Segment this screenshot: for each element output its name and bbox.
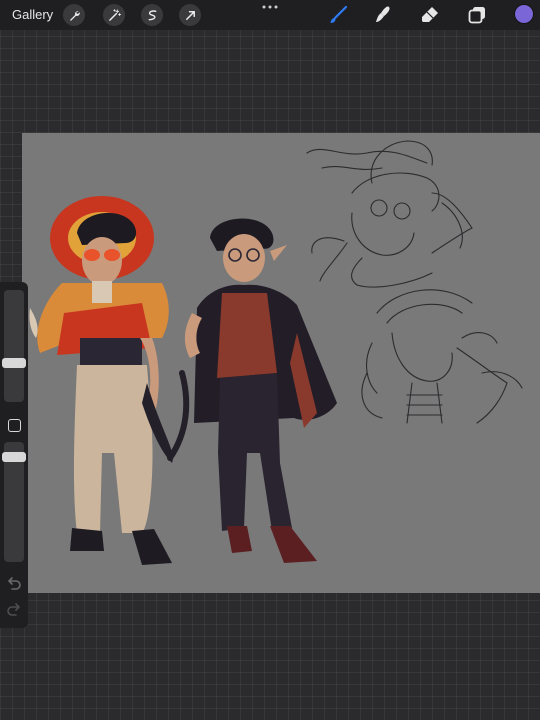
left-sidebar <box>0 282 28 628</box>
character-left-illustration <box>29 196 190 565</box>
transform-button[interactable] <box>179 4 201 26</box>
eraser-icon[interactable] <box>419 4 441 26</box>
drawing-canvas[interactable] <box>22 133 540 593</box>
more-dots-icon[interactable] <box>262 3 278 11</box>
sketch-top-illustration <box>306 140 473 288</box>
character-right-illustration <box>184 218 337 563</box>
selection-icon <box>148 9 156 20</box>
opacity-slider[interactable] <box>2 442 26 562</box>
brush-icon[interactable] <box>327 4 349 26</box>
modify-button[interactable] <box>8 419 21 432</box>
artwork-illustration <box>29 140 523 565</box>
redo-icon[interactable] <box>6 602 22 616</box>
sketch-bottom-illustration <box>361 289 523 424</box>
wrench-icon <box>69 10 80 21</box>
smudge-icon[interactable] <box>372 4 394 26</box>
layers-icon[interactable] <box>466 4 488 26</box>
opacity-thumb[interactable] <box>2 452 26 462</box>
top-toolbar: Gallery <box>0 0 540 30</box>
color-picker-swatch[interactable] <box>515 5 533 23</box>
magic-wand-icon <box>108 8 121 21</box>
brush-size-slider[interactable] <box>2 290 26 402</box>
undo-icon[interactable] <box>6 576 22 590</box>
transform-arrow-icon <box>185 10 195 20</box>
brush-size-thumb[interactable] <box>2 358 26 368</box>
adjustments-button[interactable] <box>103 4 125 26</box>
selection-button[interactable] <box>141 4 163 26</box>
actions-button[interactable] <box>63 4 85 26</box>
gallery-button[interactable]: Gallery <box>12 7 53 22</box>
